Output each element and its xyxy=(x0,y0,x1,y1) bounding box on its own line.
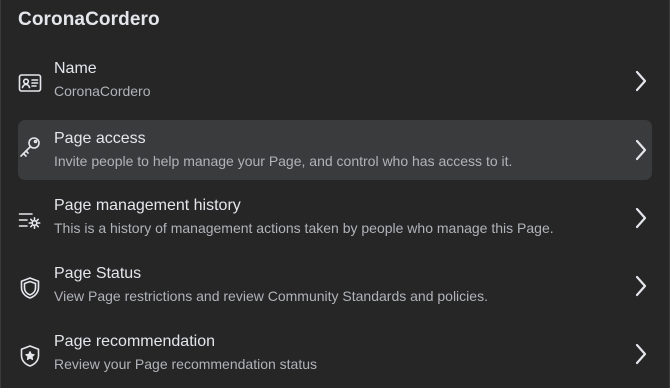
page-recommendation-row[interactable]: Page recommendation Review your Page rec… xyxy=(18,332,652,388)
page-settings-panel: CoronaCordero Name CoronaCordero Page ac… xyxy=(0,0,670,388)
chevron-right-icon xyxy=(634,342,648,366)
page-status-row-subtitle: View Page restrictions and review Commun… xyxy=(54,288,488,304)
page-access-row-title: Page access xyxy=(54,130,146,147)
page-title: CoronaCordero xyxy=(18,9,160,30)
chevron-right-icon xyxy=(634,274,648,298)
page-management-history-row-subtitle: This is a history of management actions … xyxy=(54,220,554,236)
page-access-row-subtitle: Invite people to help manage your Page, … xyxy=(54,153,513,169)
chevron-right-icon xyxy=(634,138,648,162)
page-status-row-title: Page Status xyxy=(54,265,142,282)
name-row-subtitle: CoronaCordero xyxy=(54,83,151,99)
shield-star-icon xyxy=(18,344,42,368)
page-recommendation-row-title: Page recommendation xyxy=(54,333,215,350)
name-row[interactable]: Name CoronaCordero xyxy=(18,59,652,119)
shield-icon xyxy=(18,276,42,300)
name-row-title: Name xyxy=(54,60,97,77)
id-card-icon xyxy=(18,71,42,95)
page-status-row[interactable]: Page Status View Page restrictions and r… xyxy=(18,264,652,324)
list-settings-icon xyxy=(18,208,42,232)
chevron-right-icon xyxy=(634,69,648,93)
page-management-history-row-title: Page management history xyxy=(54,197,241,214)
page-recommendation-row-subtitle: Review your Page recommendation status xyxy=(54,356,318,372)
page-management-history-row[interactable]: Page management history This is a histor… xyxy=(18,196,652,256)
key-icon xyxy=(18,135,42,159)
page-access-row[interactable]: Page access Invite people to help manage… xyxy=(18,120,652,180)
chevron-right-icon xyxy=(634,206,648,230)
